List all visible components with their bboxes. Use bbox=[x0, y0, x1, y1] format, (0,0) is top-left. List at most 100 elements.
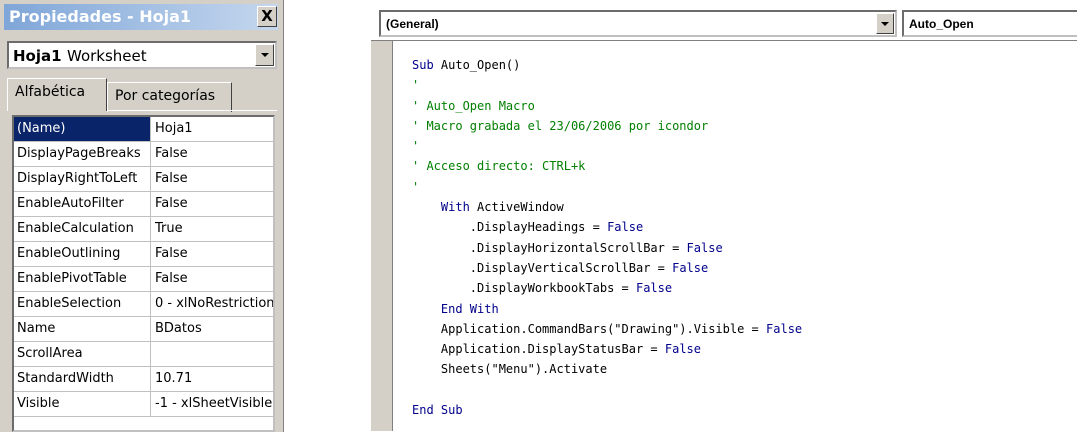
property-value[interactable]: -1 - xlSheetVisible bbox=[152, 392, 273, 416]
property-name: Name bbox=[14, 317, 151, 341]
code-text: Sheets("Menu").Activate bbox=[412, 362, 608, 377]
code-line: Sheets("Menu").Activate bbox=[412, 359, 1072, 379]
property-value[interactable]: True bbox=[152, 217, 273, 241]
property-name: EnableCalculation bbox=[14, 217, 151, 241]
property-name: DisplayPageBreaks bbox=[14, 142, 151, 166]
property-row[interactable]: EnableSelection 0 - xlNoRestrictions bbox=[14, 292, 273, 317]
property-name: EnableSelection bbox=[14, 292, 151, 316]
code-keyword: End Sub bbox=[412, 403, 463, 418]
property-value[interactable]: False bbox=[152, 142, 273, 166]
code-keyword: End With bbox=[440, 301, 499, 316]
code-keyword: Sub bbox=[412, 58, 434, 72]
property-row[interactable]: Name BDatos bbox=[14, 317, 273, 342]
object-selector-dropdown-button[interactable] bbox=[255, 44, 274, 66]
code-line: ' bbox=[412, 75, 1072, 95]
tab-alfabetica[interactable]: Alfabética bbox=[7, 78, 107, 111]
property-value[interactable]: False bbox=[152, 192, 273, 216]
code-comment: ' bbox=[412, 78, 420, 93]
property-row[interactable]: ScrollArea bbox=[14, 342, 273, 367]
property-name: EnableOutlining bbox=[14, 242, 151, 266]
code-line: .DisplayHeadings = False bbox=[412, 217, 1072, 237]
object-name: Hoja1 bbox=[13, 47, 62, 65]
code-keyword: False bbox=[672, 260, 709, 275]
code-text: .DisplayWorkbookTabs = bbox=[412, 281, 636, 296]
code-line: With ActiveWindow bbox=[412, 197, 1072, 217]
chevron-down-icon bbox=[260, 53, 269, 57]
property-row[interactable]: (Name) Hoja1 bbox=[14, 117, 273, 142]
properties-window: Propiedades - Hoja1 X Hoja1 Worksheet Po… bbox=[0, 0, 284, 432]
object-type: Worksheet bbox=[67, 47, 147, 65]
code-text: ActiveWindow bbox=[469, 200, 564, 215]
property-row[interactable]: StandardWidth 10.71 bbox=[14, 367, 273, 392]
property-name: ScrollArea bbox=[14, 342, 151, 366]
object-combo-dropdown-button[interactable] bbox=[876, 13, 894, 34]
property-name: Visible bbox=[14, 392, 151, 416]
property-value[interactable]: BDatos bbox=[152, 317, 273, 341]
code-line: End With bbox=[412, 299, 1072, 319]
property-row[interactable]: DisplayRightToLeft False bbox=[14, 167, 273, 192]
code-comment: ' Acceso directo: CTRL+k bbox=[412, 159, 586, 174]
property-value[interactable] bbox=[152, 342, 273, 366]
close-icon[interactable]: X bbox=[257, 6, 277, 27]
property-value[interactable]: False bbox=[152, 242, 273, 266]
property-name: (Name) bbox=[14, 117, 151, 141]
property-row[interactable]: EnableAutoFilter False bbox=[14, 192, 273, 217]
code-keyword: False bbox=[607, 220, 644, 235]
code-keyword: False bbox=[766, 321, 803, 336]
property-grid: (Name) Hoja1 DisplayPageBreaks False Display… bbox=[12, 115, 275, 432]
code-comment: ' bbox=[412, 139, 420, 154]
code-text: .DisplayHeadings = bbox=[412, 220, 608, 235]
object-combo[interactable]: (General) bbox=[379, 10, 897, 37]
property-name: DisplayRightToLeft bbox=[14, 167, 151, 191]
code-keyword: With bbox=[440, 200, 470, 215]
property-row[interactable]: EnablePivotTable False bbox=[14, 267, 273, 292]
code-keyword: False bbox=[664, 342, 701, 357]
code-keyword: False bbox=[686, 240, 723, 255]
code-text: Auto_Open() bbox=[433, 58, 521, 72]
code-editor[interactable]: Sub Auto_Open() ' ' Auto_Open Macro ' Macro… bbox=[371, 40, 1077, 431]
code-line: End Sub bbox=[412, 400, 1072, 420]
property-row[interactable]: EnableCalculation True bbox=[14, 217, 273, 242]
code-line: Application.DisplayStatusBar = False bbox=[412, 339, 1072, 359]
property-name: StandardWidth bbox=[14, 367, 151, 391]
code-line: Sub Auto_Open() bbox=[412, 55, 1072, 75]
code-window: (General) Auto_Open Sub Auto_Open() ' ' Au… bbox=[371, 10, 1077, 431]
property-value[interactable]: False bbox=[152, 267, 273, 291]
property-row[interactable]: Visible -1 - xlSheetVisible bbox=[14, 392, 273, 417]
code-line: ' Acceso directo: CTRL+k bbox=[412, 156, 1072, 176]
procedure-combo[interactable]: Auto_Open bbox=[902, 10, 1077, 37]
object-selector[interactable]: Hoja1 Worksheet bbox=[7, 41, 277, 69]
code-line: ' bbox=[412, 136, 1072, 156]
property-name: EnablePivotTable bbox=[14, 267, 151, 291]
properties-title: Propiedades - Hoja1 bbox=[9, 7, 192, 26]
chevron-down-icon bbox=[881, 21, 889, 26]
code-line: .DisplayVerticalScrollBar = False bbox=[412, 258, 1072, 278]
margin-indicator-bar[interactable] bbox=[371, 41, 393, 431]
code-comment: ' Macro grabada el 23/06/2006 por icondo… bbox=[412, 118, 709, 133]
properties-titlebar[interactable]: Propiedades - Hoja1 X bbox=[4, 4, 278, 30]
code-line: .DisplayWorkbookTabs = False bbox=[412, 278, 1072, 298]
code-comment: ' Auto_Open Macro bbox=[412, 98, 535, 113]
code-text: Application.CommandBars("Drawing").Visib… bbox=[412, 321, 767, 336]
code-text: Application.DisplayStatusBar = bbox=[412, 342, 665, 357]
code-line: ' Macro grabada el 23/06/2006 por icondo… bbox=[412, 116, 1072, 136]
code-line: Application.CommandBars("Drawing").Visib… bbox=[412, 319, 1072, 339]
property-value[interactable]: 0 - xlNoRestrictions bbox=[152, 292, 273, 316]
code-text: .DisplayVerticalScrollBar = bbox=[412, 260, 673, 275]
property-row[interactable]: DisplayPageBreaks False bbox=[14, 142, 273, 167]
code-comment: ' bbox=[412, 179, 420, 194]
property-row[interactable]: EnableOutlining False bbox=[14, 242, 273, 267]
tab-por-categorias[interactable]: Por categorías bbox=[107, 82, 232, 112]
code-line: ' Auto_Open Macro bbox=[412, 96, 1072, 116]
property-value[interactable]: Hoja1 bbox=[152, 117, 273, 141]
code-line: ' bbox=[412, 177, 1072, 197]
code-text: .DisplayHorizontalScrollBar = bbox=[412, 240, 687, 255]
code-lines: Sub Auto_Open() ' ' Auto_Open Macro ' Macro… bbox=[412, 55, 1072, 420]
code-keyword: False bbox=[635, 281, 673, 296]
property-value[interactable]: False bbox=[152, 167, 273, 191]
object-combo-value: (General) bbox=[386, 17, 439, 31]
property-value[interactable]: 10.71 bbox=[152, 367, 273, 391]
